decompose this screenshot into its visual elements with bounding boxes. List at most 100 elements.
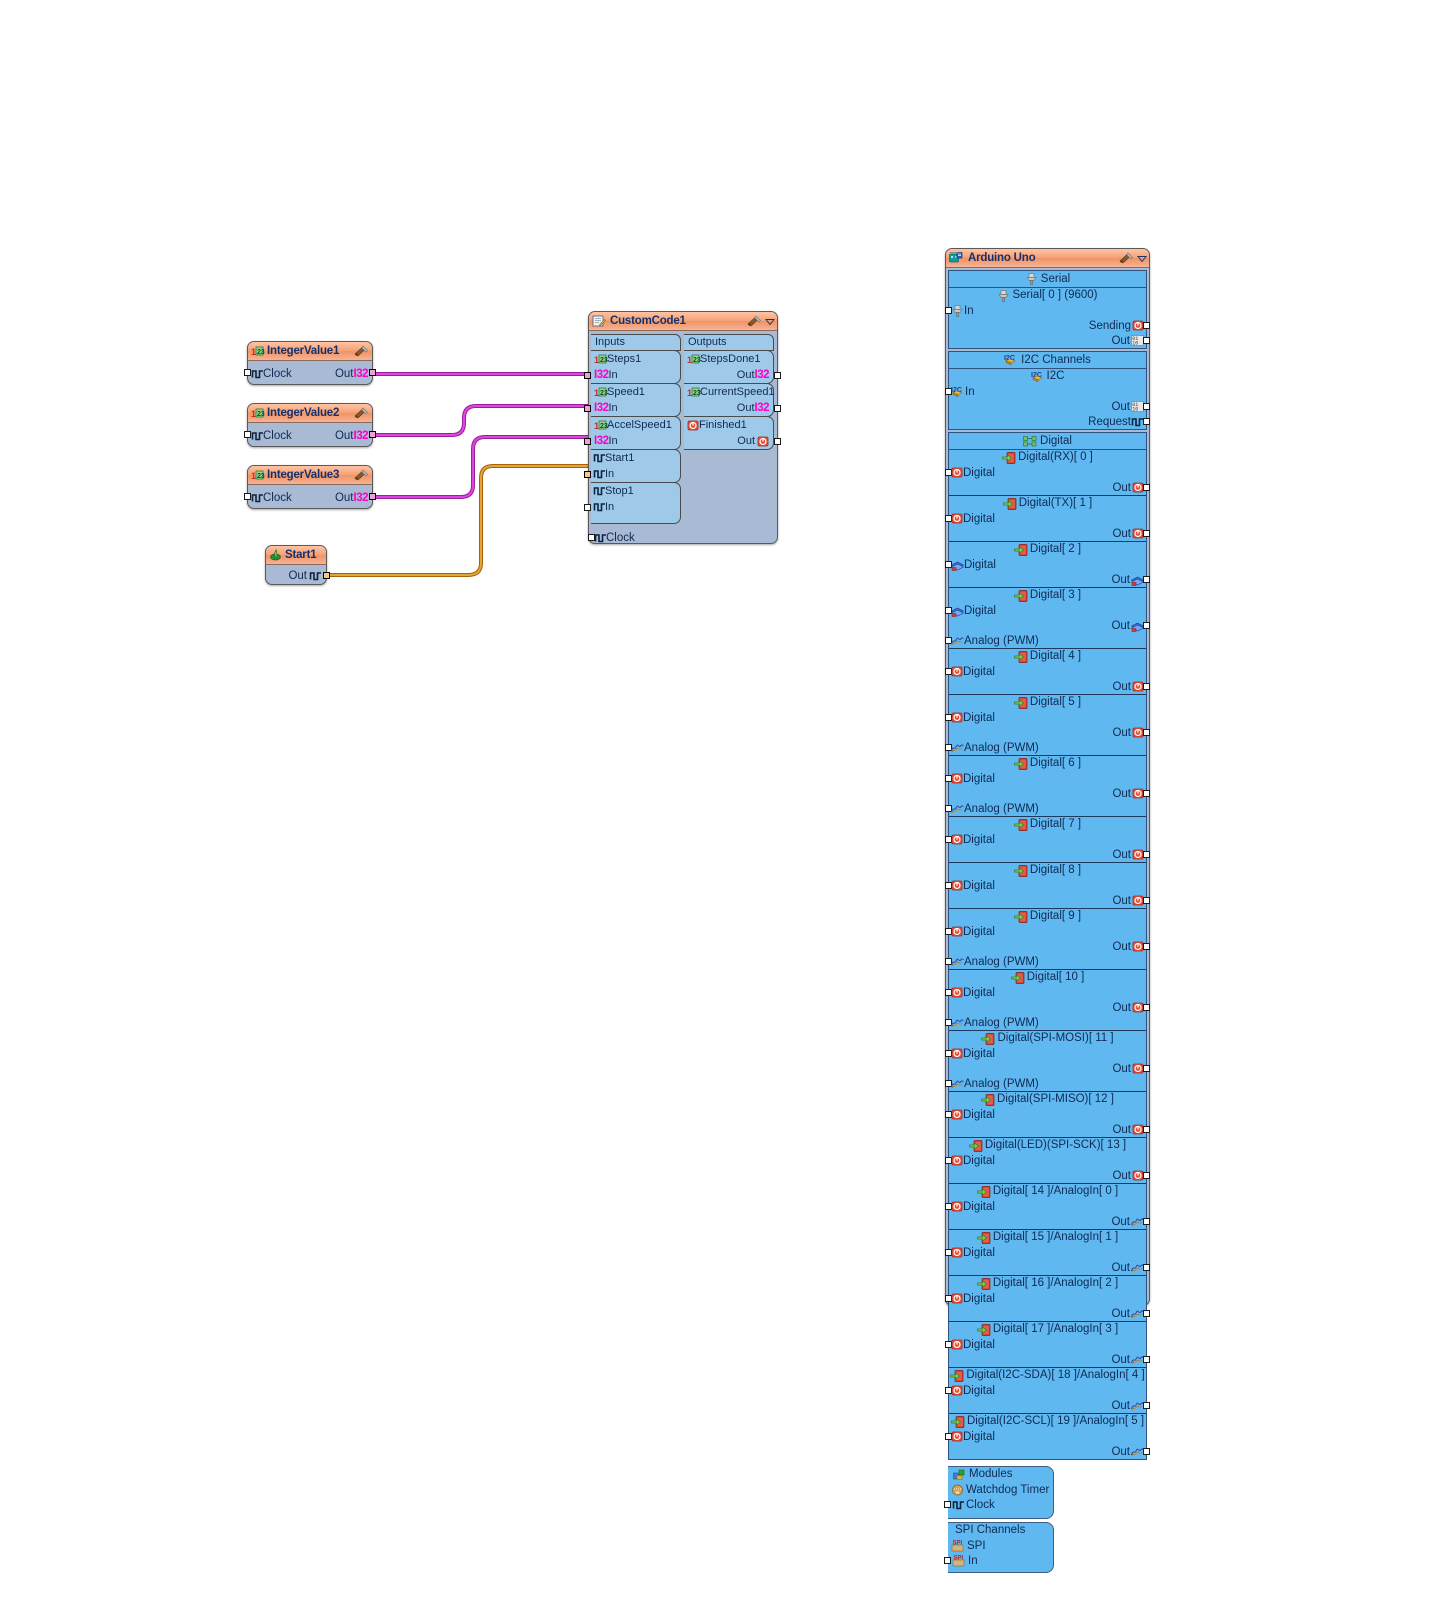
pin-out[interactable] xyxy=(774,372,781,379)
output-group-finished1[interactable]: Finished1 Out xyxy=(684,416,781,450)
node-title-bar[interactable]: CustomCode1 xyxy=(589,312,777,331)
wrench-icon[interactable] xyxy=(1119,252,1134,264)
pin-out[interactable] xyxy=(1143,576,1150,583)
chevron-down-icon[interactable] xyxy=(1136,254,1148,263)
pin-in[interactable] xyxy=(584,405,591,412)
pin-out[interactable] xyxy=(1143,418,1150,425)
node-integervalue3[interactable]: 1 23 IntegerValue3 Clock Out I32 xyxy=(244,465,376,509)
pin-out[interactable] xyxy=(369,431,376,438)
wrench-icon[interactable] xyxy=(747,315,762,327)
pin-out[interactable] xyxy=(1143,1065,1150,1072)
arduino-channel[interactable]: Digital[ 8 ] Digital Out xyxy=(945,863,1150,909)
spi-item-row[interactable]: SPI SPI xyxy=(948,1538,1053,1553)
pin-out[interactable] xyxy=(1143,337,1150,344)
arduino-channel[interactable]: Digital[ 3 ] Digital Out Analog (PWM) xyxy=(945,588,1150,649)
output-group-currentspeed1[interactable]: 1 23 CurrentSpeed1 Out I32 xyxy=(684,383,781,417)
arduino-channel[interactable]: Digital[ 16 ]/AnalogIn[ 2 ] Digital Out xyxy=(945,1276,1150,1322)
arduino-channel[interactable]: Digital[ 9 ] Digital Out Analog (PWM) xyxy=(945,909,1150,970)
pin-out[interactable] xyxy=(1143,897,1150,904)
node-title-bar[interactable]: 1 23 IntegerValue3 xyxy=(248,466,372,485)
pin-out[interactable] xyxy=(1143,622,1150,629)
arduino-channel[interactable]: Digital(I2C-SCL)[ 19 ]/AnalogIn[ 5 ] Digi… xyxy=(945,1414,1150,1459)
node-title-bar[interactable]: 1 23 IntegerValue1 xyxy=(248,342,372,361)
input-group-accelspeed1[interactable]: 1 23 AccelSpeed1 I32 In xyxy=(584,416,681,450)
pin-clock-in[interactable] xyxy=(244,369,251,376)
wrench-icon[interactable] xyxy=(354,345,369,357)
chevron-down-icon[interactable] xyxy=(764,317,776,326)
pin-out[interactable] xyxy=(1143,484,1150,491)
arduino-channel[interactable]: Digital[ 17 ]/AnalogIn[ 3 ] Digital Out xyxy=(945,1322,1150,1368)
arduino-channel[interactable]: Digital[ 4 ] Digital Out xyxy=(945,649,1150,695)
pin-in[interactable] xyxy=(584,471,591,478)
channel-name-label: Digital[ 2 ] xyxy=(1029,543,1082,555)
input-group-stop1[interactable]: Stop1 In xyxy=(584,482,681,524)
modules-panel[interactable]: Modules Watchdog Timer Clock xyxy=(944,1466,1054,1519)
arduino-channel[interactable]: Digital(I2C-SDA)[ 18 ]/AnalogIn[ 4 ] Digi… xyxy=(945,1368,1150,1414)
arduino-channel[interactable]: Digital[ 7 ] Digital Out xyxy=(945,817,1150,863)
arduino-channel[interactable]: Digital(SPI-MOSI)[ 11 ] Digital Out Analog … xyxy=(945,1031,1150,1092)
node-integervalue1[interactable]: 1 23 IntegerValue1 Clock Out I32 xyxy=(244,341,376,385)
pin-out[interactable] xyxy=(1143,729,1150,736)
node-title-bar[interactable]: 1 23 IntegerValue2 xyxy=(248,404,372,423)
pin-out[interactable] xyxy=(1143,1218,1150,1225)
pin-out[interactable] xyxy=(1143,1004,1150,1011)
pin-out[interactable] xyxy=(774,405,781,412)
node-integervalue2[interactable]: 1 23 IntegerValue2 Clock Out I32 xyxy=(244,403,376,447)
input-group-start1[interactable]: Start1 In xyxy=(584,449,681,483)
arduino-channel[interactable]: Digital(TX)[ 1 ] Digital Out xyxy=(945,496,1150,542)
pin-in[interactable] xyxy=(584,372,591,379)
arduino-channel[interactable]: Digital(SPI-MISO)[ 12 ] Digital Out xyxy=(945,1092,1150,1138)
arduino-channel[interactable]: Serial[ 0 ] (9600) In Sending Out 01 10 xyxy=(945,288,1150,348)
pin-out[interactable] xyxy=(1143,1126,1150,1133)
arduino-channel[interactable]: Digital(LED)(SPI-SCK)[ 13 ] Digital Out xyxy=(945,1138,1150,1184)
node-arduino-uno[interactable]: Arduino Uno Serial Serial[ 0 ] (9600) In Se… xyxy=(944,248,1150,1573)
spi-channels-panel[interactable]: SPI Channels SPI SPI SPI In xyxy=(944,1522,1054,1573)
pin-clock[interactable] xyxy=(588,534,595,541)
node-title-bar[interactable]: Arduino Uno xyxy=(946,249,1149,268)
pin-clock-in[interactable] xyxy=(244,493,251,500)
watchdog-timer-row[interactable]: Watchdog Timer xyxy=(948,1482,1053,1497)
pin-out[interactable] xyxy=(1143,683,1150,690)
pin-clock[interactable] xyxy=(944,1501,951,1508)
pin-out[interactable] xyxy=(1143,1448,1150,1455)
arduino-channel[interactable]: Digital[ 14 ]/AnalogIn[ 0 ] Digital Out xyxy=(945,1184,1150,1230)
input-group-steps1[interactable]: 1 23 Steps1 I32 In xyxy=(584,350,681,384)
pin-out[interactable] xyxy=(369,493,376,500)
arduino-channel[interactable]: Digital[ 15 ]/AnalogIn[ 1 ] Digital Out xyxy=(945,1230,1150,1276)
arduino-channel[interactable]: I2C I2C I2C In Out 01 10 Request xyxy=(945,369,1150,429)
input-group-speed1[interactable]: 1 23 Speed1 I32 In xyxy=(584,383,681,417)
diagram-canvas[interactable]: 1 23 IntegerValue1 Clock Out I32 1 23 In… xyxy=(0,0,1440,1616)
pin-out[interactable] xyxy=(1143,1172,1150,1179)
pin-out[interactable] xyxy=(323,572,330,579)
arduino-channel[interactable]: Digital[ 5 ] Digital Out Analog (PWM) xyxy=(945,695,1150,756)
pin-out[interactable] xyxy=(1143,790,1150,797)
pin-out[interactable] xyxy=(1143,1356,1150,1363)
node-customcode1[interactable]: CustomCode1 Inputs 1 23 Steps1 I32 In 1 … xyxy=(584,311,781,544)
pin-out[interactable] xyxy=(1143,403,1150,410)
pin-out[interactable] xyxy=(1143,1402,1150,1409)
pin-out[interactable] xyxy=(1143,1310,1150,1317)
pin-out[interactable] xyxy=(1143,1264,1150,1271)
wrench-icon[interactable] xyxy=(354,407,369,419)
pin-out[interactable] xyxy=(1143,530,1150,537)
node-start1[interactable]: Start1 Out xyxy=(265,545,330,585)
pin-spi-in[interactable] xyxy=(944,1557,951,1564)
pin-out[interactable] xyxy=(1143,851,1150,858)
channel-name-label: Digital[ 9 ] xyxy=(1029,910,1082,922)
pin-in[interactable] xyxy=(584,438,591,445)
arduino-channel[interactable]: Digital[ 10 ] Digital Out Analog (PWM) xyxy=(945,970,1150,1031)
node-title-bar[interactable]: Start1 xyxy=(266,546,326,565)
pin-arrow-icon xyxy=(981,1032,995,1045)
pin-out[interactable] xyxy=(1143,943,1150,950)
arduino-channel[interactable]: Digital[ 2 ] Digital Out xyxy=(945,542,1150,588)
output-name-row: 1 23 CurrentSpeed1 xyxy=(684,384,775,400)
arduino-channel[interactable]: Digital(RX)[ 0 ] Digital Out xyxy=(945,450,1150,496)
pin-out[interactable] xyxy=(369,369,376,376)
pin-clock-in[interactable] xyxy=(244,431,251,438)
pin-out[interactable] xyxy=(774,438,781,445)
output-group-stepsdone1[interactable]: 1 23 StepsDone1 Out I32 xyxy=(684,350,781,384)
pin-out[interactable] xyxy=(1143,322,1150,329)
wrench-icon[interactable] xyxy=(354,469,369,481)
pin-in[interactable] xyxy=(584,504,591,511)
arduino-channel[interactable]: Digital[ 6 ] Digital Out Analog (PWM) xyxy=(945,756,1150,817)
